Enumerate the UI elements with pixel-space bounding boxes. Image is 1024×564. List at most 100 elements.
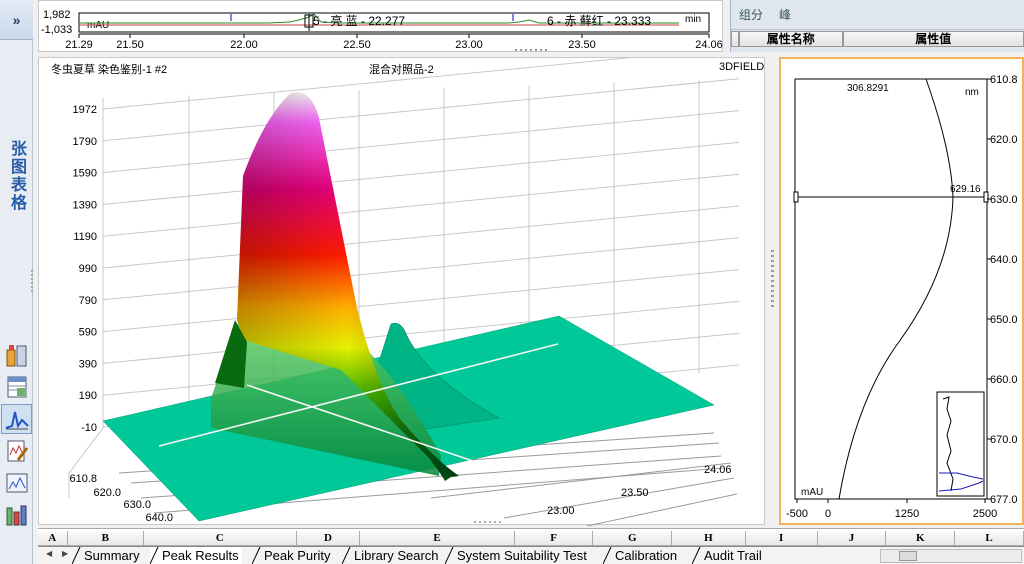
z-tick-label: 590 bbox=[79, 327, 97, 339]
z-tick-label: 390 bbox=[79, 358, 97, 370]
time-tick-label: 23.50 bbox=[621, 487, 649, 499]
column-header-i[interactable]: I bbox=[745, 531, 818, 546]
property-name-header[interactable]: 属性名称 bbox=[738, 31, 843, 47]
spectrum-panel[interactable]: 306.8291 nm mAU 629.16 610.8 620.0 630.0 64… bbox=[779, 57, 1024, 525]
wavelength-tick-label: 630.0 bbox=[123, 499, 151, 511]
z-tick-label: 1972 bbox=[73, 104, 97, 116]
spectrum-x-tick-label: -500 bbox=[786, 508, 808, 520]
property-value-header[interactable]: 属性值 bbox=[842, 31, 1024, 47]
column-header-h[interactable]: H bbox=[672, 531, 746, 546]
column-header-e[interactable]: E bbox=[360, 531, 515, 546]
wavelength-tick-label: 610.8 bbox=[69, 473, 97, 485]
z-tick-label: -10 bbox=[81, 422, 97, 434]
overview-x-tick: 23.50 bbox=[568, 39, 596, 51]
nav-vertical-title: 张图表格 bbox=[8, 140, 25, 212]
report-tool-icon[interactable] bbox=[1, 340, 32, 370]
spectrum-x-unit: mAU bbox=[801, 487, 823, 498]
spectrum-y-tick-label: 640.0 bbox=[990, 254, 1018, 266]
z-tick-label: 790 bbox=[79, 295, 97, 307]
bottom-splitter-grip[interactable] bbox=[474, 521, 501, 523]
tab-component[interactable]: 组分 bbox=[731, 6, 771, 23]
horizontal-scrollbar[interactable] bbox=[880, 549, 1022, 563]
z-tick-label: 190 bbox=[79, 390, 97, 402]
sheet-tab-label: System Suitability Test bbox=[457, 548, 587, 563]
spectrum-y-tick-label: 670.0 bbox=[990, 434, 1018, 446]
spectrum-unit-label: nm bbox=[965, 87, 979, 98]
sheet-tab-label: Calibration bbox=[615, 548, 678, 563]
chromatogram-tool-icon[interactable] bbox=[1, 404, 32, 434]
tab-scroll-right-icon[interactable]: ▶ bbox=[62, 549, 68, 558]
spectrum-x-tick-label: 0 bbox=[825, 508, 831, 520]
overview-x-ticks: 21.29 21.50 22.00 22.50 23.00 23.50 24.06 bbox=[65, 34, 723, 51]
property-panel: 组分 峰 属性名称 属性值 bbox=[730, 0, 1024, 52]
column-header-c[interactable]: C bbox=[144, 531, 297, 546]
scrollbar-thumb[interactable] bbox=[899, 551, 917, 561]
z-tick-label: 1390 bbox=[73, 199, 97, 211]
edit-document-icon[interactable] bbox=[1, 436, 32, 466]
sheet-tab-system-suitability-test[interactable]: System Suitability Test bbox=[445, 547, 590, 564]
overview-peak-label-2: 6 - 赤 藓红 - 23.333 bbox=[547, 13, 651, 28]
wavelength-axis-ticks: 610.8 620.0630.0640.0 bbox=[69, 473, 173, 524]
column-header-l[interactable]: L bbox=[955, 531, 1024, 546]
sheet-tab-label: Peak Results bbox=[162, 548, 239, 563]
column-header-a[interactable]: A bbox=[38, 531, 68, 546]
collapse-nav-button[interactable]: » bbox=[0, 0, 33, 40]
overview-x-tick: 21.29 bbox=[65, 39, 93, 51]
column-header-d[interactable]: D bbox=[296, 531, 361, 546]
spectrum-y-tick-label: 610.8 bbox=[990, 74, 1018, 86]
column-headers: ABCDEFGHIJKL bbox=[38, 531, 1024, 546]
spectrum-tool-icon[interactable] bbox=[1, 468, 32, 498]
sheet-tab-peak-purity[interactable]: Peak Purity bbox=[252, 547, 334, 564]
table-tool-icon[interactable] bbox=[1, 372, 32, 402]
spectrum-y-tick-label: 650.0 bbox=[990, 314, 1018, 326]
spectrum-x-tick-label: 1250 bbox=[895, 508, 919, 520]
sheet-tab-calibration[interactable]: Calibration bbox=[603, 547, 681, 564]
z-tick-label: 1190 bbox=[73, 231, 97, 243]
time-tick-label: 24.06 bbox=[704, 464, 732, 476]
results-spreadsheet[interactable]: ABCDEFGHIJKL ◀ ▶ Summary Peak Results Peak… bbox=[38, 528, 1024, 564]
spectrum-y-ticks: 610.8 620.0 630.0 640.0 650.0 660.0 670.0 677.0 bbox=[987, 74, 1018, 506]
overview-x-tick: 24.06 bbox=[695, 39, 723, 51]
column-header-f[interactable]: F bbox=[514, 531, 594, 546]
sheet-tab-label: Audit Trail bbox=[704, 548, 762, 563]
z-axis-ticks: 1972 1790 1590 1390 1190 990 790 590 390 190 -10 bbox=[73, 104, 97, 434]
overview-x-tick: 21.50 bbox=[116, 39, 144, 51]
time-axis-ticks: 23.00 23.50 24.06 bbox=[547, 464, 732, 517]
column-header-g[interactable]: G bbox=[593, 531, 673, 546]
wavelength-tick-label: 620.0 bbox=[93, 487, 121, 499]
tab-scroll-left-icon[interactable]: ◀ bbox=[46, 549, 52, 558]
column-header-j[interactable]: J bbox=[817, 531, 887, 546]
z-tick-label: 1590 bbox=[73, 168, 97, 180]
z-tick-label: 1790 bbox=[73, 136, 97, 148]
column-header-k[interactable]: K bbox=[886, 531, 956, 546]
overview-y-min: -1,033 bbox=[41, 24, 72, 36]
spectrum-y-tick-label: 630.0 bbox=[990, 194, 1018, 206]
overview-chromatogram[interactable]: 1,982 -1,033 mAU min 5 - 亮 蓝 - 22.277 6 … bbox=[38, 0, 723, 52]
overview-x-tick: 22.00 bbox=[230, 39, 258, 51]
left-navigation-bar: » 张图表格 bbox=[0, 0, 33, 564]
sheet-tab-label: Summary bbox=[84, 548, 140, 563]
3d-field-plot[interactable]: 冬虫夏草 染色鉴别-1 #2 混合对照品-2 3DFIELD 1972 1790… bbox=[38, 57, 765, 526]
overview-x-tick: 23.00 bbox=[455, 39, 483, 51]
wavelength-tick-label: 640.0 bbox=[145, 512, 173, 524]
sheet-tab-bar: ◀ ▶ Summary Peak Results Peak Purity Librar… bbox=[38, 546, 1024, 564]
sheet-tab-library-search[interactable]: Library Search bbox=[342, 547, 442, 564]
overview-x-unit: min bbox=[685, 14, 701, 25]
spectrum-cursor-label: 629.16 bbox=[950, 184, 981, 195]
sheet-tab-summary[interactable]: Summary bbox=[72, 547, 143, 564]
sheet-tab-audit-trail[interactable]: Audit Trail bbox=[692, 547, 765, 564]
spectrum-y-tick-label: 677.0 bbox=[990, 494, 1018, 506]
overview-x-tick: 22.50 bbox=[343, 39, 371, 51]
sheet-tab-peak-results[interactable]: Peak Results bbox=[150, 547, 242, 564]
splitter-grip[interactable] bbox=[31, 270, 33, 294]
spectrum-x-tick-label: 2500 bbox=[973, 508, 997, 520]
time-tick-label: 23.00 bbox=[547, 505, 575, 517]
spectrum-y-tick-label: 620.0 bbox=[990, 134, 1018, 146]
vertical-splitter[interactable] bbox=[771, 250, 774, 310]
tab-peak[interactable]: 峰 bbox=[771, 6, 799, 23]
column-header-b[interactable]: B bbox=[67, 531, 145, 546]
property-header-spacer bbox=[731, 31, 739, 47]
sheet-tab-label: Peak Purity bbox=[264, 548, 331, 563]
spectrum-x-ticks: -500 0 1250 2500 bbox=[786, 499, 997, 520]
batch-tool-icon[interactable] bbox=[1, 500, 32, 530]
